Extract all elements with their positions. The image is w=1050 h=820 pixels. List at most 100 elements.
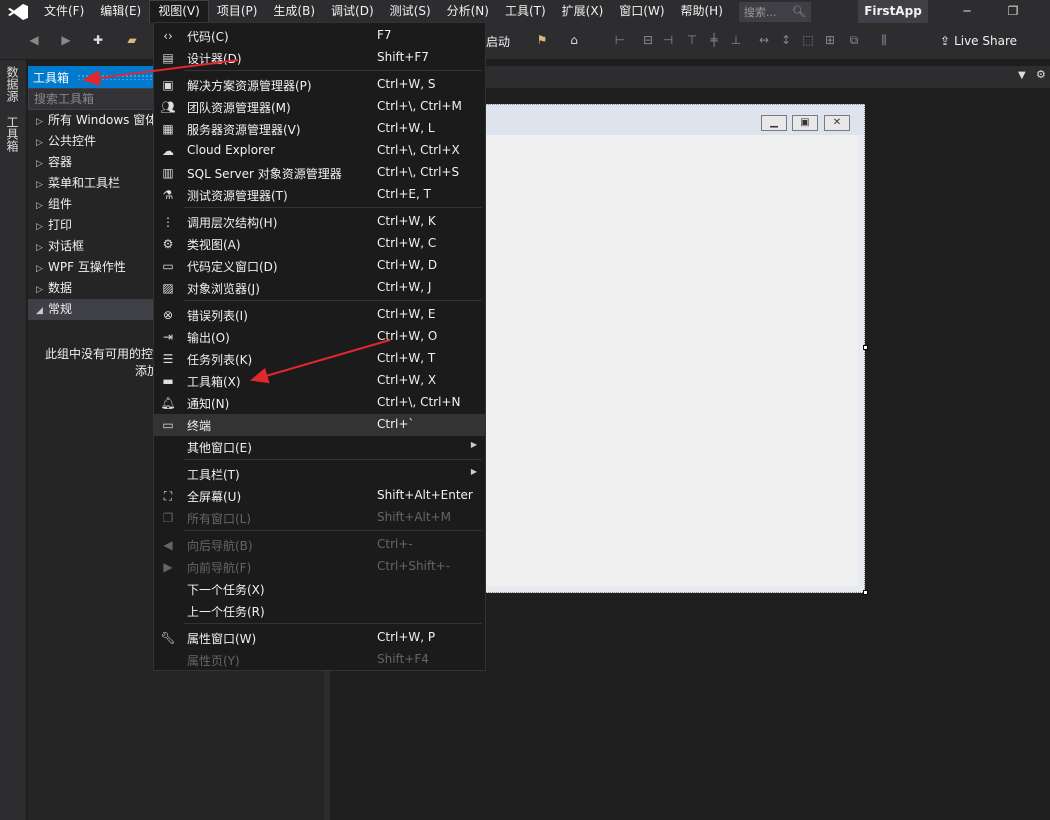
submenu-arrow-icon: ▶ [470, 440, 477, 449]
menu-item[interactable]: 扩展(X) [554, 0, 612, 23]
view-menu-item[interactable]: ▭ 终端 Ctrl+` [154, 414, 485, 436]
task-list-icon: ☰ [162, 352, 174, 366]
gear-icon[interactable]: ⚙ [1036, 68, 1046, 81]
cloud-icon: ☁ [162, 144, 174, 158]
align-center-icon[interactable]: ⊟ [640, 32, 656, 48]
home-icon[interactable]: ⌂ [566, 32, 582, 48]
collapsed-arrow-icon[interactable]: ▷ [36, 133, 48, 152]
bring-to-front-icon[interactable]: ⧉ [846, 32, 862, 48]
restore-icon[interactable]: ❐ [990, 0, 1036, 23]
forward-icon[interactable]: ▶ [58, 32, 74, 48]
search-box[interactable]: 搜索... 🔍︎ [738, 1, 811, 22]
view-menu-item[interactable]: ⛶ 全屏幕(U) Shift+Alt+Enter [154, 485, 485, 507]
new-project-icon[interactable]: ✚ [90, 32, 106, 48]
menu-item-shortcut: Ctrl+W, X [377, 373, 437, 387]
side-tab-data-sources[interactable]: 数据源 [4, 66, 21, 102]
expanded-arrow-icon[interactable]: ◢ [36, 301, 48, 320]
collapsed-arrow-icon[interactable]: ▷ [36, 112, 48, 131]
menu-item-label: 解决方案资源管理器(P) [187, 79, 312, 93]
menu-items: 文件(F) 编辑(E) 视图(V) 项目(P) 生成(B) 调试(D) 测试(S) 分析(N)… [36, 0, 731, 23]
visual-studio-logo-icon[interactable] [0, 0, 36, 23]
search-input[interactable]: 搜索... [744, 4, 777, 20]
view-menu-item[interactable]: 上一个任务(R) [154, 600, 485, 622]
toolbox-group-label: 常规 [48, 302, 73, 316]
view-menu-item[interactable]: ⚗ 测试资源管理器(T) Ctrl+E, T [154, 184, 485, 206]
minimize-icon[interactable]: ─ [944, 0, 990, 23]
back-icon[interactable]: ◀ [26, 32, 42, 48]
same-height-icon[interactable]: ↕ [778, 32, 794, 48]
same-size-icon[interactable]: ⬚ [800, 32, 816, 48]
form-client-area[interactable] [479, 135, 858, 586]
menu-item[interactable]: 生成(B) [265, 0, 323, 23]
view-menu-item[interactable]: 👥︎ 团队资源管理器(M) Ctrl+\, Ctrl+M [154, 96, 485, 118]
menu-item-label: 向前导航(F) [187, 561, 252, 575]
view-menu-item[interactable]: ▣ 解决方案资源管理器(P) Ctrl+W, S [154, 74, 485, 96]
view-menu-item[interactable]: 🔔︎ 通知(N) Ctrl+\, Ctrl+N [154, 392, 485, 414]
size-to-grid-icon[interactable]: ⊞ [822, 32, 838, 48]
menu-item-label: 团队资源管理器(M) [187, 101, 291, 115]
align-right-icon[interactable]: ⊣ [660, 32, 676, 48]
align-top-icon[interactable]: ⊤ [684, 32, 700, 48]
view-menu-item[interactable]: ▬ 工具箱(X) Ctrl+W, X [154, 370, 485, 392]
bookmark-icon[interactable]: ⚑ [534, 32, 550, 48]
menu-item-shortcut: Ctrl+W, D [377, 258, 438, 272]
view-menu-item[interactable]: ▶ 向前导航(F) Ctrl+Shift+- [154, 556, 485, 578]
menu-item[interactable]: 窗口(W) [611, 0, 672, 23]
view-menu-item[interactable]: 🔧︎ 属性窗口(W) Ctrl+W, P [154, 627, 485, 649]
align-bottom-icon[interactable]: ⊥ [728, 32, 744, 48]
menu-item[interactable]: 工具(T) [497, 0, 554, 23]
start-button-label[interactable]: 启动 [486, 33, 510, 50]
align-left-icon[interactable]: ⊢ [612, 32, 628, 48]
view-menu-item[interactable]: ☁ Cloud Explorer Ctrl+\, Ctrl+X [154, 140, 485, 162]
view-menu-item[interactable]: ▥ SQL Server 对象资源管理器 Ctrl+\, Ctrl+S [154, 162, 485, 184]
menu-item[interactable]: 帮助(H) [673, 0, 731, 23]
tab-dropdown-icon[interactable]: ▼ [1018, 70, 1026, 81]
align-middle-icon[interactable]: ╪ [706, 32, 722, 48]
form-designer-window[interactable]: ▁ ▣ ✕ [472, 104, 865, 593]
collapsed-arrow-icon[interactable]: ▷ [36, 196, 48, 215]
menu-item[interactable]: 调试(D) [323, 0, 382, 23]
view-menu-item[interactable]: ⚙ 类视图(A) Ctrl+W, C [154, 233, 485, 255]
view-menu-item[interactable]: 其他窗口(E) ▶ [154, 436, 485, 458]
menu-item[interactable]: 编辑(E) [92, 0, 149, 23]
collapsed-arrow-icon[interactable]: ▷ [36, 175, 48, 194]
menu-item[interactable]: 测试(S) [382, 0, 439, 23]
collapsed-arrow-icon[interactable]: ▷ [36, 154, 48, 173]
resize-handle-right[interactable] [863, 345, 868, 350]
collapsed-arrow-icon[interactable]: ▷ [36, 217, 48, 236]
view-menu-item[interactable]: ⋮ 调用层次结构(H) Ctrl+W, K [154, 211, 485, 233]
menu-item-label: 属性窗口(W) [187, 632, 257, 646]
view-menu-item[interactable]: ◀ 向后导航(B) Ctrl+- [154, 534, 485, 556]
spacing-icon[interactable]: ⫼ [876, 32, 892, 48]
side-tab-toolbox[interactable]: 工具箱 [4, 116, 21, 152]
view-menu-item[interactable]: ▤ 设计器(D) Shift+F7 [154, 47, 485, 69]
menu-item[interactable]: 视图(V) [149, 0, 209, 23]
view-menu-item[interactable]: 属性页(Y) Shift+F4 [154, 649, 485, 671]
view-menu-item[interactable]: 下一个任务(X) [154, 578, 485, 600]
view-menu-item[interactable]: ⇥ 输出(O) Ctrl+W, O [154, 326, 485, 348]
menu-item-shortcut: Ctrl+W, K [377, 214, 436, 228]
view-menu-item[interactable]: ▭ 代码定义窗口(D) Ctrl+W, D [154, 255, 485, 277]
view-menu-item[interactable]: ⊗ 错误列表(I) Ctrl+W, E [154, 304, 485, 326]
same-width-icon[interactable]: ↔ [756, 32, 772, 48]
view-menu-item[interactable]: ☰ 任务列表(K) Ctrl+W, T [154, 348, 485, 370]
view-menu-item[interactable]: 工具栏(T) ▶ [154, 463, 485, 485]
view-menu-item[interactable]: ▦ 服务器资源管理器(V) Ctrl+W, L [154, 118, 485, 140]
menu-item[interactable]: 文件(F) [36, 0, 92, 23]
open-folder-icon[interactable]: ▰ [124, 32, 140, 48]
view-menu-item[interactable]: ▨ 对象浏览器(J) Ctrl+W, J [154, 277, 485, 299]
form-title-bar: ▁ ▣ ✕ [473, 105, 864, 135]
collapsed-arrow-icon[interactable]: ▷ [36, 280, 48, 299]
menu-item-shortcut: Ctrl+\, Ctrl+S [377, 165, 460, 179]
toolbox-group-label: 公共控件 [48, 134, 97, 148]
view-menu-item[interactable]: ‹› 代码(C) F7 [154, 25, 485, 47]
live-share-button[interactable]: ⇪ Live Share [940, 32, 1017, 50]
menu-item[interactable]: 分析(N) [439, 0, 497, 23]
resize-handle-bottom-right[interactable] [863, 590, 868, 595]
view-menu-item[interactable]: ❐ 所有窗口(L) Shift+Alt+M [154, 507, 485, 529]
collapsed-arrow-icon[interactable]: ▷ [36, 238, 48, 257]
team-explorer-icon: 👥︎ [160, 100, 176, 114]
menu-item[interactable]: 项目(P) [209, 0, 266, 23]
collapsed-arrow-icon[interactable]: ▷ [36, 259, 48, 278]
blank-icon [160, 581, 176, 597]
